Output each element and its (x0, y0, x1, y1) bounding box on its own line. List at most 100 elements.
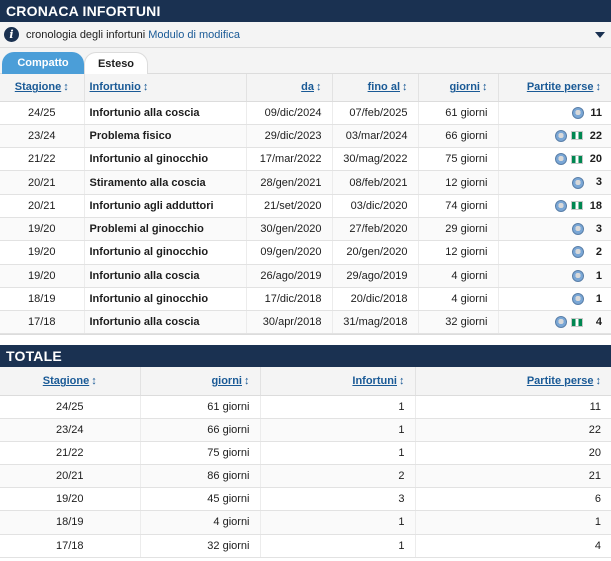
club-crest-icon[interactable] (555, 153, 567, 166)
table-row: 24/25 Infortunio alla coscia 09/dic/2024 07… (0, 101, 611, 125)
club-crest-icon[interactable] (572, 106, 584, 119)
games-missed-value[interactable]: 3 (588, 176, 602, 188)
column-header-label[interactable]: Partite perse (527, 375, 594, 387)
table-row: 24/25 61 giorni 1 11 (0, 395, 611, 420)
column-header-label[interactable]: giorni (449, 81, 480, 93)
nigeria-flag-icon[interactable] (571, 131, 583, 141)
column-header-days[interactable]: giorni ↕ (140, 367, 261, 396)
sort-icon[interactable]: ↕ (482, 81, 488, 93)
games-missed-value[interactable]: 20 (588, 153, 602, 165)
sort-icon[interactable]: ↕ (244, 375, 250, 387)
season-cell: 24/25 (0, 101, 85, 125)
days-cell: 12 giorni (418, 170, 499, 195)
club-crest-icon[interactable] (555, 129, 567, 142)
column-header-label[interactable]: Infortunio (90, 81, 141, 93)
games-missed-value[interactable]: 18 (588, 200, 602, 212)
club-crest-icon[interactable] (572, 293, 584, 306)
injury-cell: Stiramento alla coscia (84, 170, 247, 195)
column-header-season[interactable]: Stagione ↕ (0, 74, 85, 102)
sort-icon[interactable]: ↕ (596, 81, 602, 93)
days-cell: 66 giorni (418, 124, 499, 149)
games-missed-cell: 21 (415, 464, 611, 489)
sort-icon[interactable]: ↕ (63, 81, 69, 93)
column-header-label[interactable]: fino al (368, 81, 400, 93)
nigeria-flag-icon[interactable] (571, 201, 583, 211)
days-cell: 4 giorni (140, 510, 261, 535)
injury-table: Stagione ↕ Infortunio ↕ da ↕ fino al ↕ giorn… (0, 74, 611, 335)
season-cell: 23/24 (0, 124, 85, 149)
column-header-injury[interactable]: Infortunio ↕ (84, 74, 247, 102)
season-cell: 18/19 (0, 510, 141, 535)
until-date-cell: 20/dic/2018 (332, 287, 419, 312)
edit-form-link[interactable]: Modulo di modifica (148, 29, 240, 41)
injuries-count-cell: 1 (260, 395, 416, 420)
injuries-count-cell: 1 (260, 441, 416, 466)
club-crest-icon[interactable] (572, 269, 584, 282)
until-date-cell: 31/mag/2018 (332, 310, 419, 335)
season-cell: 17/18 (0, 310, 85, 335)
until-date-cell: 03/mar/2024 (332, 124, 419, 149)
season-cell: 20/21 (0, 464, 141, 489)
from-date-cell: 26/ago/2019 (246, 264, 333, 288)
club-crest-icon[interactable] (572, 223, 584, 236)
club-crest-icon[interactable] (555, 316, 567, 329)
games-missed-cell: 1 (498, 264, 611, 288)
games-missed-value[interactable]: 1 (588, 293, 602, 305)
column-header-label[interactable]: giorni (211, 375, 242, 387)
nigeria-flag-icon[interactable] (571, 154, 583, 164)
column-header-injuries[interactable]: Infortuni ↕ (260, 367, 416, 396)
column-header-days[interactable]: giorni ↕ (418, 74, 499, 102)
column-header-season[interactable]: Stagione ↕ (0, 367, 141, 396)
column-header-games-missed[interactable]: Partite perse ↕ (498, 74, 611, 102)
tab-extended[interactable]: Esteso (84, 52, 148, 74)
table-row: 19/20 Problemi al ginocchio 30/gen/2020 27/… (0, 217, 611, 242)
sort-icon[interactable]: ↕ (316, 81, 322, 93)
until-date-cell: 03/dic/2020 (332, 194, 419, 218)
info-text: cronologia degli infortuni (26, 28, 146, 41)
club-crest-icon[interactable] (572, 176, 584, 189)
column-header-until[interactable]: fino al ↕ (332, 74, 419, 102)
chevron-down-icon[interactable] (595, 32, 605, 38)
games-missed-value[interactable]: 2 (588, 246, 602, 258)
table-row: 19/20 Infortunio alla coscia 26/ago/2019 29… (0, 264, 611, 288)
games-missed-value[interactable]: 1 (588, 270, 602, 282)
games-missed-value[interactable]: 4 (588, 316, 602, 328)
injury-cell: Infortunio al ginocchio (84, 147, 247, 172)
totals-title: TOTALE (0, 345, 611, 368)
games-missed-cell: 22 (415, 418, 611, 443)
sort-icon[interactable]: ↕ (402, 81, 408, 93)
games-missed-cell: 20 (415, 441, 611, 466)
sort-icon[interactable]: ↕ (596, 375, 602, 387)
club-crest-icon[interactable] (572, 246, 584, 259)
table-row: 20/21 Stiramento alla coscia 28/gen/2021 08… (0, 170, 611, 195)
section-divider (0, 334, 611, 346)
nigeria-flag-icon[interactable] (571, 317, 583, 327)
sort-icon[interactable]: ↕ (91, 375, 97, 387)
club-crest-icon[interactable] (555, 199, 567, 212)
games-missed-cell: 4 (498, 310, 611, 335)
days-cell: 61 giorni (140, 395, 261, 420)
column-header-games-missed[interactable]: Partite perse ↕ (415, 367, 611, 396)
column-header-label[interactable]: Stagione (15, 81, 61, 93)
column-header-from[interactable]: da ↕ (246, 74, 333, 102)
days-cell: 75 giorni (418, 147, 499, 172)
games-missed-value[interactable]: 22 (588, 130, 602, 142)
column-header-label[interactable]: Stagione (43, 375, 89, 387)
days-cell: 12 giorni (418, 240, 499, 265)
column-header-label[interactable]: Infortuni (352, 375, 397, 387)
column-header-label[interactable]: Partite perse (527, 81, 594, 93)
season-cell: 19/20 (0, 487, 141, 512)
until-date-cell: 29/ago/2019 (332, 264, 419, 288)
games-missed-cell: 11 (415, 395, 611, 420)
tab-compact[interactable]: Compatto (2, 52, 84, 74)
totals-table: Stagione ↕ giorni ↕ Infortuni ↕ Partite per… (0, 367, 611, 558)
games-missed-value[interactable]: 3 (588, 223, 602, 235)
games-missed-cell: 3 (498, 170, 611, 195)
sort-icon[interactable]: ↕ (399, 375, 405, 387)
injuries-count-cell: 1 (260, 418, 416, 443)
games-missed-cell: 3 (498, 217, 611, 242)
table-row: 23/24 Problema fisico 29/dic/2023 03/mar/20… (0, 124, 611, 149)
column-header-label[interactable]: da (301, 81, 314, 93)
sort-icon[interactable]: ↕ (143, 81, 149, 93)
games-missed-value[interactable]: 11 (588, 107, 602, 119)
